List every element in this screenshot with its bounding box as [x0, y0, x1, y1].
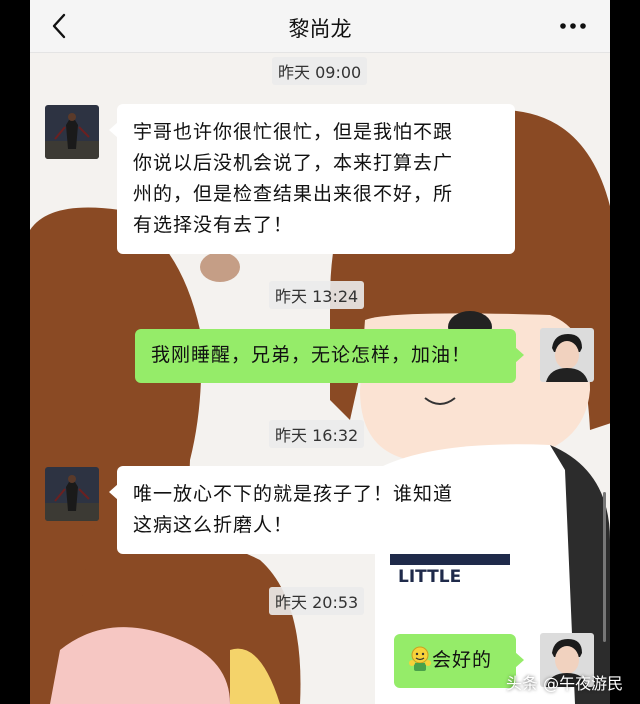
- message-line: 州的，但是检查结果出来很不好，所: [133, 183, 454, 205]
- contact-avatar[interactable]: [45, 467, 99, 521]
- watermark-text: 头条 @午夜游民: [506, 674, 624, 693]
- chat-title: 黎尚龙: [288, 17, 352, 41]
- message-line: 这病这么折磨人！: [133, 514, 294, 536]
- contact-avatar[interactable]: [45, 105, 99, 159]
- timestamp: 昨天 20:53: [269, 587, 365, 615]
- chat-header: 黎尚龙: [30, 0, 610, 53]
- message-line: 会好的: [432, 649, 493, 671]
- chat-screen: LITTLE 黎尚龙 昨天 09:00 宇哥也许你很忙很忙，但是我怕不跟 你说以…: [30, 0, 610, 704]
- more-dots-icon[interactable]: [558, 14, 588, 38]
- timestamp: 昨天 13:24: [269, 281, 365, 309]
- contact-avatar-image: [45, 105, 99, 159]
- message-bubble-sent[interactable]: 我刚睡醒，兄弟，无论怎样，加油！: [135, 329, 524, 383]
- timestamp: 昨天 16:32: [269, 420, 365, 448]
- scrollbar[interactable]: [603, 492, 606, 642]
- message-line: 你说以后没机会说了，本来打算去广: [133, 152, 454, 174]
- fighting-emoji-icon: [409, 646, 431, 671]
- message-bubble-sent[interactable]: 会好的: [394, 634, 524, 688]
- message-bubble-received[interactable]: 宇哥也许你很忙很忙，但是我怕不跟 你说以后没机会说了，本来打算去广 州的，但是检…: [109, 104, 515, 254]
- contact-avatar-image: [45, 467, 99, 521]
- timestamp: 昨天 09:00: [272, 57, 368, 85]
- message-line: 我刚睡醒，兄弟，无论怎样，加油！: [151, 344, 472, 366]
- message-line: 有选择没有去了！: [133, 214, 294, 236]
- message-line: 唯一放心不下的就是孩子了！谁知道: [133, 483, 454, 505]
- shirt-text: LITTLE: [398, 567, 461, 587]
- message-line: 宇哥也许你很忙很忙，但是我怕不跟: [133, 121, 454, 143]
- message-bubble-received[interactable]: 唯一放心不下的就是孩子了！谁知道 这病这么折磨人！: [109, 466, 515, 554]
- my-avatar-image: [540, 328, 594, 382]
- my-avatar[interactable]: [540, 328, 594, 382]
